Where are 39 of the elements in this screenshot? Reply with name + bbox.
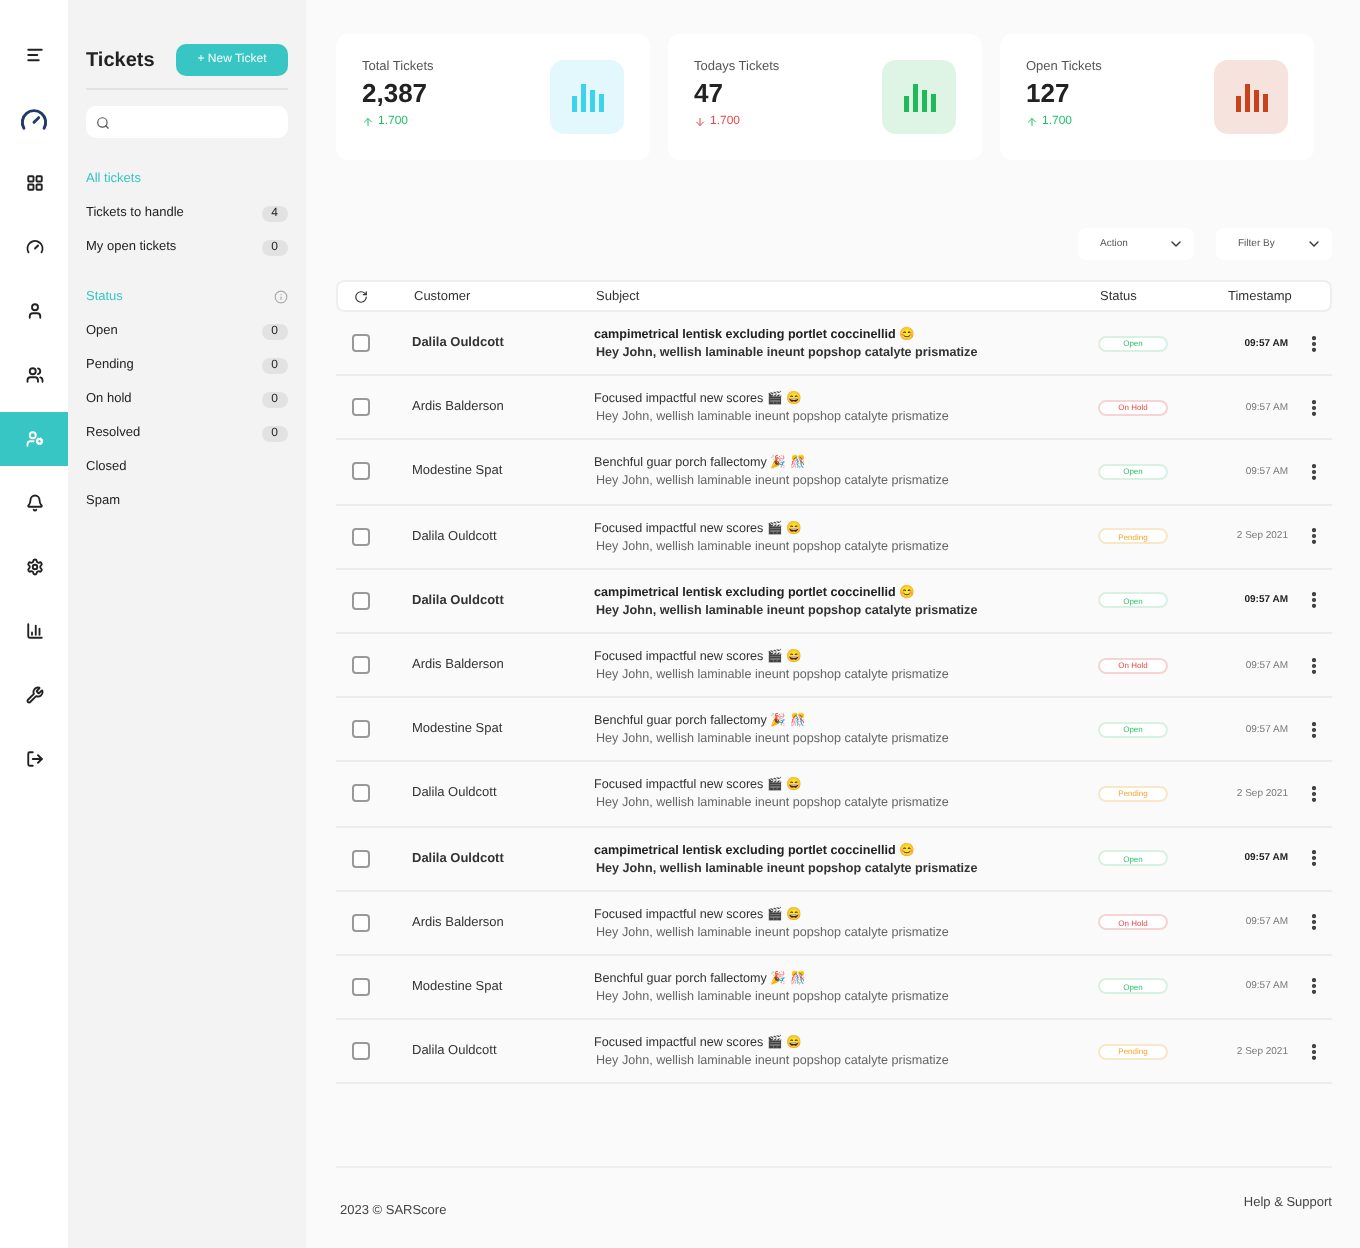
row-checkbox[interactable] xyxy=(352,656,370,675)
stat-value: 127 xyxy=(1026,78,1070,108)
bar-chart-icon xyxy=(25,622,43,640)
bar-chart-icon xyxy=(903,84,935,112)
row-checkbox[interactable] xyxy=(352,334,370,353)
search-icon xyxy=(96,115,110,129)
refresh-icon[interactable] xyxy=(354,289,368,303)
gauge-icon xyxy=(25,238,43,256)
row-checkbox[interactable] xyxy=(352,1042,370,1061)
bar-chart-icon xyxy=(571,84,603,112)
row-checkbox[interactable] xyxy=(352,977,370,996)
user-cog-icon xyxy=(25,430,43,448)
panel-title: Tickets xyxy=(86,49,155,71)
row-checkbox[interactable] xyxy=(352,527,370,546)
speedometer-icon xyxy=(20,105,48,133)
row-checkbox[interactable] xyxy=(352,784,370,803)
grid-icon xyxy=(25,174,43,192)
row-checkbox[interactable] xyxy=(352,913,370,932)
logout-icon xyxy=(25,750,43,768)
row-checkbox[interactable] xyxy=(352,720,370,739)
bell-icon xyxy=(25,494,43,512)
arrow-down-icon xyxy=(694,116,706,128)
arrow-up-icon xyxy=(362,116,374,128)
arrow-up-icon xyxy=(1026,116,1038,128)
row-checkbox[interactable] xyxy=(352,849,370,868)
search-field[interactable] xyxy=(86,106,288,138)
settings-icon xyxy=(25,558,43,576)
stat-value: 47 xyxy=(694,78,723,108)
row-checkbox[interactable] xyxy=(352,591,370,610)
menu-icon xyxy=(25,46,43,64)
wrench-icon xyxy=(25,686,43,704)
row-checkbox[interactable] xyxy=(352,398,370,417)
users-icon xyxy=(25,366,43,384)
chevron-icon xyxy=(1306,236,1322,252)
chevron-icon xyxy=(1168,236,1184,252)
user-icon xyxy=(25,302,43,320)
row-checkbox[interactable] xyxy=(352,462,370,481)
stat-value: 2,387 xyxy=(362,78,428,108)
bar-chart-icon xyxy=(1235,84,1267,112)
